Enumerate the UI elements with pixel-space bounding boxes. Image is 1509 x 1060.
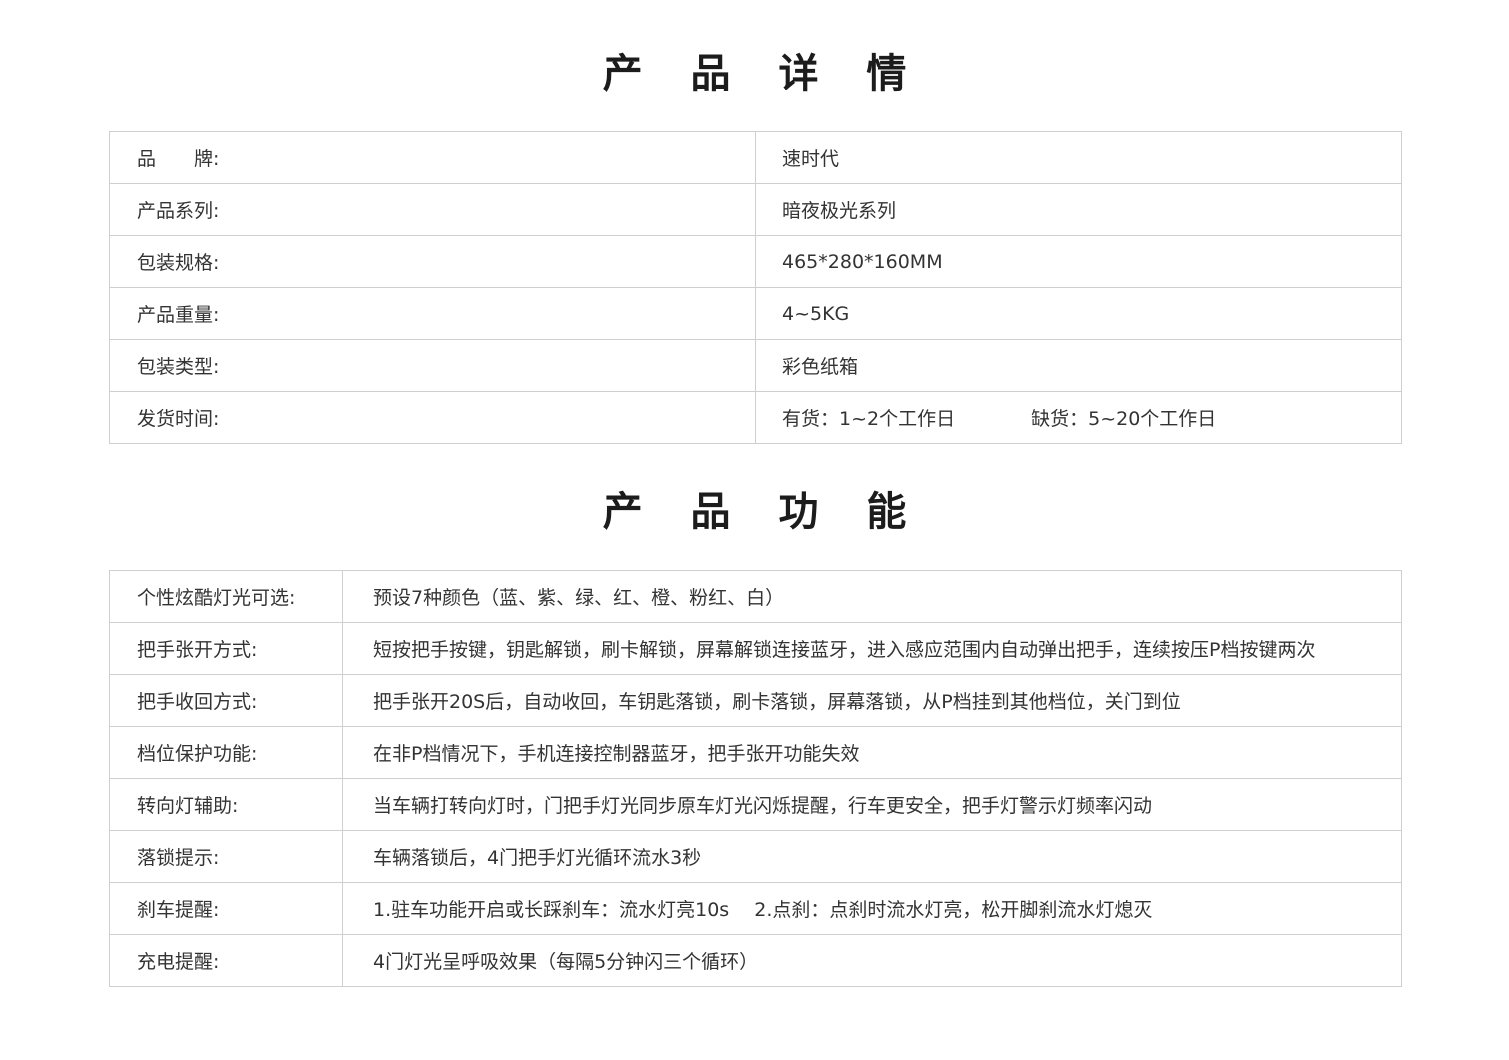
package-size-label: 包装规格: bbox=[109, 235, 756, 288]
gear-protection-value: 在非P档情况下，手机连接控制器蓝牙，把手张开功能失效 bbox=[342, 726, 1402, 779]
table-row: 档位保护功能: 在非P档情况下，手机连接控制器蓝牙，把手张开功能失效 bbox=[109, 726, 1402, 779]
table-row: 落锁提示: 车辆落锁后，4门把手灯光循环流水3秒 bbox=[109, 830, 1402, 883]
product-details-table: 品 牌: 速时代 产品系列: 暗夜极光系列 包装规格: 465*280*160M… bbox=[109, 131, 1402, 444]
turn-signal-value: 当车辆打转向灯时，门把手灯光同步原车灯光闪烁提醒，行车更安全，把手灯警示灯频率闪… bbox=[342, 778, 1402, 831]
table-row: 包装规格: 465*280*160MM bbox=[109, 235, 1402, 288]
package-type-value: 彩色纸箱 bbox=[755, 339, 1402, 392]
package-type-label: 包装类型: bbox=[109, 339, 756, 392]
brake-alert-label: 刹车提醒: bbox=[109, 882, 343, 935]
table-row: 产品系列: 暗夜极光系列 bbox=[109, 183, 1402, 236]
weight-value: 4~5KG bbox=[755, 287, 1402, 340]
package-size-value: 465*280*160MM bbox=[755, 235, 1402, 288]
handle-retract-label: 把手收回方式: bbox=[109, 674, 343, 727]
turn-signal-label: 转向灯辅助: bbox=[109, 778, 343, 831]
brake-alert-value: 1.驻车功能开启或长踩刹车：流水灯亮10s 2.点刹：点刹时流水灯亮，松开脚刹流… bbox=[342, 882, 1402, 935]
lock-hint-value: 车辆落锁后，4门把手灯光循环流水3秒 bbox=[342, 830, 1402, 883]
lock-hint-label: 落锁提示: bbox=[109, 830, 343, 883]
in-stock-shipping: 有货：1~2个工作日 bbox=[782, 408, 956, 430]
product-details-title: 产 品 详 情 bbox=[602, 51, 924, 97]
handle-open-value: 短按把手按键，钥匙解锁，刷卡解锁，屏幕解锁连接蓝牙，进入感应范围内自动弹出把手，… bbox=[342, 622, 1402, 675]
product-features-title: 产 品 功 能 bbox=[602, 489, 924, 535]
series-label: 产品系列: bbox=[109, 183, 756, 236]
brand-value: 速时代 bbox=[755, 131, 1402, 184]
table-row: 把手收回方式: 把手张开20S后，自动收回，车钥匙落锁，刷卡落锁，屏幕落锁，从P… bbox=[109, 674, 1402, 727]
charging-alert-label: 充电提醒: bbox=[109, 934, 343, 987]
lighting-label: 个性炫酷灯光可选: bbox=[109, 570, 343, 623]
handle-retract-value: 把手张开20S后，自动收回，车钥匙落锁，刷卡落锁，屏幕落锁，从P档挂到其他档位，… bbox=[342, 674, 1402, 727]
table-row: 把手张开方式: 短按把手按键，钥匙解锁，刷卡解锁，屏幕解锁连接蓝牙，进入感应范围… bbox=[109, 622, 1402, 675]
table-row: 转向灯辅助: 当车辆打转向灯时，门把手灯光同步原车灯光闪烁提醒，行车更安全，把手… bbox=[109, 778, 1402, 831]
table-row: 产品重量: 4~5KG bbox=[109, 287, 1402, 340]
lighting-value: 预设7种颜色（蓝、紫、绿、红、橙、粉红、白） bbox=[342, 570, 1402, 623]
gear-protection-label: 档位保护功能: bbox=[109, 726, 343, 779]
table-row: 个性炫酷灯光可选: 预设7种颜色（蓝、紫、绿、红、橙、粉红、白） bbox=[109, 570, 1402, 623]
product-features-table: 个性炫酷灯光可选: 预设7种颜色（蓝、紫、绿、红、橙、粉红、白） 把手张开方式:… bbox=[109, 570, 1402, 987]
charging-alert-value: 4门灯光呈呼吸效果（每隔5分钟闪三个循环） bbox=[342, 934, 1402, 987]
table-row: 刹车提醒: 1.驻车功能开启或长踩刹车：流水灯亮10s 2.点刹：点刹时流水灯亮… bbox=[109, 882, 1402, 935]
handle-open-label: 把手张开方式: bbox=[109, 622, 343, 675]
shipping-time-value: 有货：1~2个工作日 缺货：5~20个工作日 bbox=[755, 391, 1402, 444]
table-row: 品 牌: 速时代 bbox=[109, 131, 1402, 184]
out-of-stock-shipping: 缺货：5~20个工作日 bbox=[1031, 408, 1217, 430]
table-row: 充电提醒: 4门灯光呈呼吸效果（每隔5分钟闪三个循环） bbox=[109, 934, 1402, 987]
shipping-time-label: 发货时间: bbox=[109, 391, 756, 444]
table-row: 包装类型: 彩色纸箱 bbox=[109, 339, 1402, 392]
table-row: 发货时间: 有货：1~2个工作日 缺货：5~20个工作日 bbox=[109, 391, 1402, 444]
brand-label: 品 牌: bbox=[109, 131, 756, 184]
series-value: 暗夜极光系列 bbox=[755, 183, 1402, 236]
weight-label: 产品重量: bbox=[109, 287, 756, 340]
